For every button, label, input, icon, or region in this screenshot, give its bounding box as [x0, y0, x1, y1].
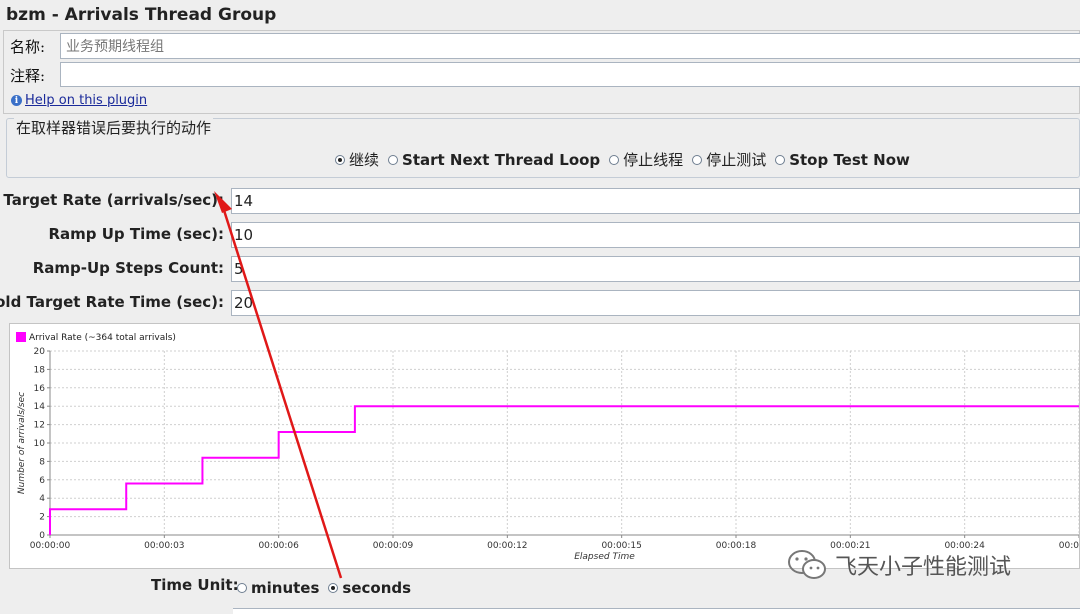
on-error-radios: 继续 Start Next Thread Loop 停止线程 停止测试 Stop… — [335, 149, 919, 170]
y-tick-label: 16 — [34, 384, 46, 394]
series-line — [49, 405, 1079, 535]
comment-label: 注释: — [10, 67, 46, 85]
radio-seconds[interactable]: seconds — [328, 579, 411, 597]
y-tick-label: 10 — [34, 439, 46, 449]
hold-label: Hold Target Rate Time (sec): — [0, 293, 224, 311]
target-rate-label: Target Rate (arrivals/sec): — [3, 191, 224, 209]
page-title: bzm - Arrivals Thread Group — [6, 5, 277, 25]
help-link-label[interactable]: Help on this plugin — [25, 93, 147, 108]
steps-label: Ramp-Up Steps Count: — [32, 259, 224, 277]
help-link[interactable]: i Help on this plugin — [11, 93, 147, 108]
y-tick-label: 6 — [39, 476, 45, 486]
y-tick-label: 8 — [39, 457, 45, 467]
x-tick-label: 00:00:12 — [487, 541, 527, 551]
time-unit-label: Time Unit: — [151, 576, 239, 594]
bottom-field[interactable] — [233, 608, 1080, 614]
y-tick-label: 18 — [34, 365, 46, 375]
radio-dot[interactable] — [328, 583, 339, 593]
radio-start-next-loop[interactable]: Start Next Thread Loop — [388, 151, 600, 169]
x-tick-label: 00:00:09 — [373, 541, 414, 551]
radio-dot[interactable] — [335, 154, 345, 165]
target-rate-input[interactable]: 14 — [231, 188, 1080, 214]
y-tick-label: 0 — [39, 531, 45, 541]
y-tick-label: 14 — [34, 402, 46, 412]
legend-swatch — [16, 332, 26, 342]
x-tick-label: 00:00:03 — [144, 541, 184, 551]
x-tick-label: 00:00:06 — [258, 541, 299, 551]
arrival-rate-chart: Arrival Rate (~364 total arrivals) 0 2 4 6 8 1… — [9, 323, 1080, 569]
name-field[interactable]: 业务预期线程组 — [60, 33, 1080, 59]
radio-stop-test[interactable]: 停止测试 — [692, 149, 766, 170]
radio-dot[interactable] — [775, 154, 786, 165]
y-tick-label: 2 — [39, 513, 45, 523]
radio-stop-test-now[interactable]: Stop Test Now — [775, 151, 910, 169]
wechat-icon — [788, 550, 826, 579]
x-axis-label: Elapsed Time — [574, 552, 635, 562]
x-tick-label: 00:00:00 — [30, 541, 71, 551]
on-error-title: 在取样器错误后要执行的动作 — [14, 117, 214, 138]
watermark: 飞天小子性能测试 — [787, 548, 1011, 582]
steps-input[interactable]: 5 — [231, 256, 1080, 282]
radio-stop-thread[interactable]: 停止线程 — [609, 149, 683, 170]
chart-svg: Arrival Rate (~364 total arrivals) 0 2 4 6 8 1… — [16, 332, 1080, 562]
radio-minutes[interactable]: minutes — [237, 579, 319, 597]
watermark-text: 飞天小子性能测试 — [835, 555, 1012, 580]
x-tick-label: 00:00:18 — [716, 541, 757, 551]
radio-dot[interactable] — [237, 583, 247, 593]
radio-dot[interactable] — [388, 154, 399, 165]
time-unit-radios: minutes seconds — [237, 579, 420, 597]
comment-field[interactable] — [60, 62, 1080, 87]
ramp-up-label: Ramp Up Time (sec): — [48, 225, 224, 243]
radio-continue[interactable]: 继续 — [335, 149, 379, 170]
name-label: 名称: — [10, 38, 46, 56]
y-tick-label: 4 — [39, 494, 45, 504]
ramp-up-input[interactable]: 10 — [231, 222, 1080, 248]
hold-input[interactable]: 20 — [231, 290, 1080, 316]
y-tick-label: 20 — [34, 347, 46, 357]
name-comment-panel: 名称: 业务预期线程组 注释: i Help on this plugin — [3, 30, 1080, 114]
y-tick-label: 12 — [34, 421, 45, 431]
legend-label: Arrival Rate (~364 total arrivals) — [29, 333, 176, 343]
radio-dot[interactable] — [692, 154, 703, 165]
radio-dot[interactable] — [609, 154, 620, 165]
x-tick-label: 00:00:27 — [1059, 541, 1079, 551]
x-tick-label: 00:00:15 — [601, 541, 641, 551]
info-icon: i — [11, 95, 22, 106]
y-axis-label: Number of arrivals/sec — [17, 392, 27, 494]
